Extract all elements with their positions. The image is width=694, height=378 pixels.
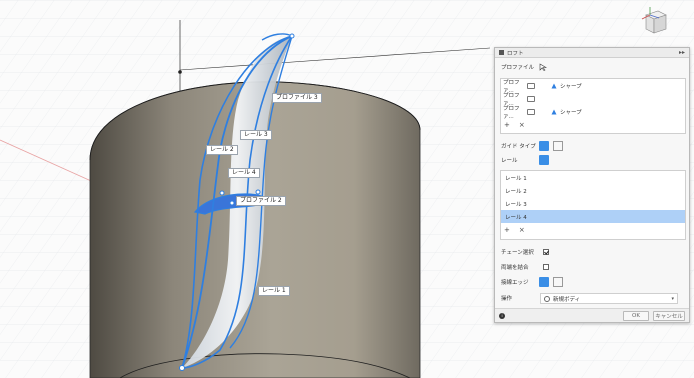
label-rail-2[interactable]: レール 2 — [206, 145, 238, 155]
tangent-merge-icon[interactable] — [539, 277, 549, 287]
rail-select-icon[interactable] — [539, 155, 549, 165]
profile-shape-icon[interactable] — [527, 95, 535, 102]
chevron-down-icon: ▾ — [671, 295, 674, 302]
chain-select-row: チェーン選択 — [501, 247, 549, 257]
rails-guide-icon[interactable] — [539, 141, 549, 151]
label-profile-3[interactable]: プロファイル 3 — [272, 93, 322, 103]
rail-item[interactable]: レール 3 — [501, 197, 685, 210]
operation-select[interactable]: 新規ボディ ▾ — [540, 293, 678, 304]
rail-item-selected[interactable]: レール 4 — [501, 210, 685, 223]
expand-icon[interactable]: ▸▸ — [679, 49, 685, 56]
viewcube[interactable] — [632, 3, 672, 39]
cursor-select-icon[interactable] — [539, 63, 547, 71]
operation-value: 新規ボディ — [553, 296, 581, 303]
profile-item[interactable]: プロファ... シャープ — [501, 105, 685, 120]
sharp-label[interactable]: シャープ — [560, 108, 582, 116]
tangent-edges-row: 接線エッジ — [501, 277, 567, 287]
dialog-footer: i OK キャンセル — [495, 308, 689, 322]
ok-button[interactable]: OK — [623, 310, 649, 321]
closed-checkbox[interactable] — [543, 264, 549, 270]
label-rail-1[interactable]: レール 1 — [258, 286, 290, 296]
tangent-keep-icon[interactable] — [553, 277, 563, 287]
closed-label: 両端を結合 — [501, 265, 529, 271]
remove-profile-button[interactable]: × — [519, 121, 525, 129]
label-profile-2[interactable]: プロファイル 2 — [236, 196, 286, 206]
cancel-button[interactable]: キャンセル — [653, 310, 685, 321]
operation-label: 操作 — [501, 296, 513, 302]
profile-shape-icon[interactable] — [527, 108, 535, 115]
rail-label: レール — [501, 158, 518, 164]
add-profile-button[interactable]: + — [504, 121, 510, 129]
profile-item[interactable]: プロファ... シャープ — [501, 79, 685, 94]
profiles-list: プロファ... シャープ プロファ... プロファ... シャープ + × — [500, 78, 686, 134]
sharp-label[interactable]: シャープ — [560, 82, 582, 90]
label-rail-4[interactable]: レール 4 — [228, 168, 260, 178]
viewcube-icon[interactable] — [632, 3, 672, 39]
dialog-title: ロフト — [507, 50, 524, 57]
sharp-icon[interactable] — [551, 109, 557, 115]
chain-select-label: チェーン選択 — [501, 250, 534, 256]
operation-row: 操作 — [501, 293, 539, 303]
add-rail-button[interactable]: + — [504, 226, 510, 234]
rail-row: レール — [501, 155, 553, 165]
profile-item[interactable]: プロファ... — [501, 92, 685, 107]
centerline-guide-icon[interactable] — [553, 141, 563, 151]
control-point[interactable] — [229, 200, 235, 206]
remove-rail-button[interactable]: × — [519, 226, 525, 234]
new-body-icon — [544, 295, 550, 302]
dialog-header[interactable]: ロフト ▸▸ — [495, 48, 689, 58]
control-point[interactable] — [179, 365, 185, 371]
rail-item[interactable]: レール 2 — [501, 184, 685, 197]
profile-shape-icon[interactable] — [527, 82, 535, 89]
info-icon[interactable]: i — [499, 312, 505, 319]
chain-select-checkbox[interactable] — [543, 249, 549, 255]
closed-row: 両端を結合 — [501, 262, 549, 272]
sketch-point — [178, 70, 182, 74]
guide-type-row: ガイド タイプ — [501, 141, 567, 151]
rails-list: レール 1 レール 2 レール 3 レール 4 + × — [500, 170, 686, 240]
loft-icon — [499, 50, 504, 55]
loft-dialog: ロフト ▸▸ プロファイル プロファ... シャープ プロファ... プロファ.… — [494, 47, 690, 323]
sharp-icon[interactable] — [551, 83, 557, 89]
control-point[interactable] — [289, 33, 295, 39]
profile-label: プロファイル — [501, 65, 535, 71]
rail-item[interactable]: レール 1 — [501, 171, 685, 184]
control-point[interactable] — [219, 190, 225, 196]
profile-row: プロファイル — [501, 62, 547, 72]
control-point[interactable] — [255, 189, 261, 195]
guide-type-label: ガイド タイプ — [501, 144, 536, 150]
tangent-edges-label: 接線エッジ — [501, 280, 529, 286]
label-rail-3[interactable]: レール 3 — [240, 130, 272, 140]
